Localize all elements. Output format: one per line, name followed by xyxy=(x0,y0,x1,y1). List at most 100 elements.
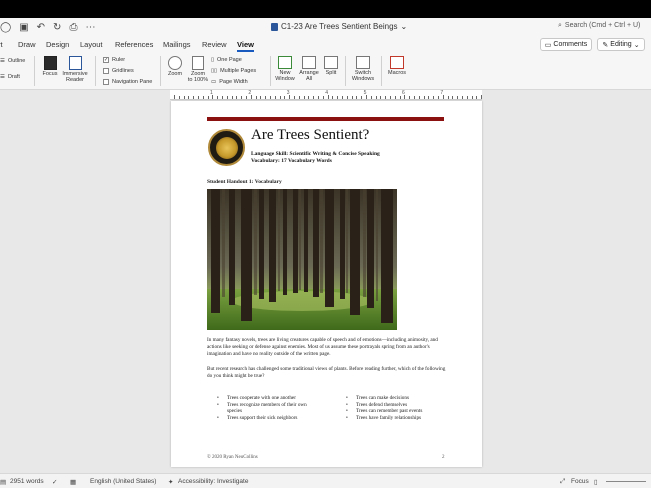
gridlines-checkbox[interactable]: Gridlines xyxy=(103,68,134,74)
immersive-reader-icon xyxy=(68,56,82,70)
ruler-tick xyxy=(174,95,175,99)
chevron-down-icon: ⌄ xyxy=(633,41,640,49)
bullet-list-right: Trees can make decisions Trees defend th… xyxy=(346,395,456,421)
multiple-pages-label: Multiple Pages xyxy=(220,68,257,74)
ruler-tick xyxy=(462,96,463,99)
switch-windows-button[interactable]: Switch Windows xyxy=(349,56,377,82)
ruler-tick xyxy=(318,96,319,99)
document-name: C1-23 Are Trees Sentient Beings xyxy=(281,22,398,31)
subtitle-line-2: Vocabulary: 17 Vocabulary Words xyxy=(251,158,332,164)
horizontal-ruler[interactable]: 1 2 3 4 5 6 7 xyxy=(170,90,483,100)
ruler-tick xyxy=(457,96,459,99)
page-width-icon: ▭ xyxy=(211,79,217,85)
focus-button[interactable]: Focus xyxy=(40,56,60,77)
navigation-pane-checkbox[interactable]: Navigation Pane xyxy=(103,79,152,85)
ruler-tick xyxy=(222,96,223,99)
tab-layout[interactable]: Layout xyxy=(80,40,103,49)
handout-heading: Student Handout 1: Vocabulary xyxy=(207,179,282,185)
save-icon[interactable]: ▣ xyxy=(19,22,28,33)
ruler-tick xyxy=(308,96,310,99)
zoom-100-button[interactable]: Zoom to 100% xyxy=(186,56,210,83)
autosave-icon[interactable]: ◯ xyxy=(0,22,11,33)
ruler-checkbox[interactable]: ✓ Ruler xyxy=(103,57,125,63)
new-window-label-2: Window xyxy=(275,76,295,82)
ruler-tick xyxy=(375,96,377,99)
multiple-pages-button[interactable]: ▯▯ Multiple Pages xyxy=(211,68,256,74)
search-placeholder: Search (Cmd + Ctrl + U) xyxy=(564,22,641,29)
outline-view-button[interactable]: ☰ Outline xyxy=(0,58,25,64)
tab-view[interactable]: View xyxy=(237,40,254,52)
new-window-button[interactable]: New Window xyxy=(274,56,296,82)
document-title[interactable]: C1-23 Are Trees Sentient Beings ⌄ xyxy=(271,22,407,31)
ruler-number: 5 xyxy=(363,90,367,96)
tab-mailings[interactable]: Mailings xyxy=(163,40,191,49)
zoom-label: Zoom xyxy=(167,71,183,77)
tab-review[interactable]: Review xyxy=(202,40,227,49)
split-icon xyxy=(324,56,338,69)
split-button[interactable]: Split xyxy=(321,56,341,76)
zoom-100-label-2: to 100% xyxy=(187,77,209,83)
question-paragraph: But recent research has challenged some … xyxy=(207,366,446,379)
immersive-reader-button[interactable]: Immersive Reader xyxy=(61,56,89,83)
page-width-button[interactable]: ▭ Page Width xyxy=(211,79,248,85)
ruler-tick xyxy=(452,96,454,99)
title-rule xyxy=(207,117,444,121)
focus-icon: ⤢ xyxy=(560,478,566,485)
zoom-slider[interactable] xyxy=(606,481,646,482)
zoom-button[interactable]: Zoom xyxy=(165,56,185,77)
focus-mode-button[interactable]: Focus xyxy=(571,478,589,485)
ruler-tick xyxy=(303,96,305,99)
editing-button[interactable]: ✎ Editing ⌄ xyxy=(597,38,645,51)
ribbon-separator xyxy=(34,56,35,86)
ruler-number: 2 xyxy=(248,90,252,96)
document-subtitle: Language Skill: Scientific Writing & Con… xyxy=(251,151,380,165)
ruler-tick xyxy=(279,96,281,99)
one-page-icon: ▯ xyxy=(211,57,215,63)
arrange-label-2: All xyxy=(305,76,313,82)
ruler-tick xyxy=(270,96,271,99)
ruler-tick xyxy=(423,96,425,99)
document-page[interactable]: Are Trees Sentient? Language Skill: Scie… xyxy=(171,101,482,467)
bullet-list-left: Trees cooperate with one another Trees r… xyxy=(217,395,317,421)
focus-label: Focus xyxy=(42,71,58,77)
word-count[interactable]: 2951 words xyxy=(10,478,44,485)
ruler-tick xyxy=(255,96,257,99)
ruler-tick xyxy=(226,96,228,99)
accessibility-status[interactable]: Accessibility: Investigate xyxy=(178,478,248,485)
tab-draw[interactable]: Draw xyxy=(18,40,36,49)
comment-icon: ▭ xyxy=(544,41,552,49)
more-icon[interactable]: ⋯ xyxy=(85,22,95,33)
draft-view-button[interactable]: ☰ Draft xyxy=(0,74,20,80)
arrange-all-button[interactable]: Arrange All xyxy=(297,56,321,82)
ruler-tick xyxy=(428,96,430,99)
ruler-tick xyxy=(356,96,358,99)
ruler-tick xyxy=(207,96,209,99)
print-layout-icon[interactable]: ▯ xyxy=(594,478,598,486)
ruler-tick xyxy=(466,96,468,99)
macros-button[interactable]: Macros xyxy=(385,56,409,76)
ruler-tick xyxy=(418,96,420,99)
ruler-tick xyxy=(476,96,478,99)
undo-icon[interactable]: ↶ xyxy=(37,22,45,33)
tab-design[interactable]: Design xyxy=(46,40,69,49)
chevron-down-icon: ⌄ xyxy=(400,22,408,31)
print-icon[interactable]: ⎙ xyxy=(69,22,77,33)
language-status[interactable]: English (United States) xyxy=(90,478,156,485)
tab-insert[interactable]: rt xyxy=(0,40,3,49)
redo-icon[interactable]: ↻ xyxy=(53,22,61,33)
search-box[interactable]: ⌕ Search (Cmd + Ctrl + U) xyxy=(558,22,640,30)
ruler-tick xyxy=(414,96,415,99)
proofing-icon[interactable]: ✓ xyxy=(52,478,57,486)
forest-image xyxy=(207,189,397,330)
accessibility-icon: ✦ xyxy=(168,479,174,486)
ruler-number: 3 xyxy=(286,90,290,96)
ribbon-separator xyxy=(381,56,382,86)
new-window-icon xyxy=(278,56,292,69)
forest-photo xyxy=(207,189,397,330)
track-changes-icon[interactable]: ▦ xyxy=(70,478,76,486)
organization-seal-logo xyxy=(208,129,245,166)
one-page-button[interactable]: ▯ One Page xyxy=(211,57,242,63)
ruler-tick xyxy=(241,96,243,99)
tab-references[interactable]: References xyxy=(115,40,153,49)
comments-button[interactable]: ▭ Comments xyxy=(540,38,592,51)
